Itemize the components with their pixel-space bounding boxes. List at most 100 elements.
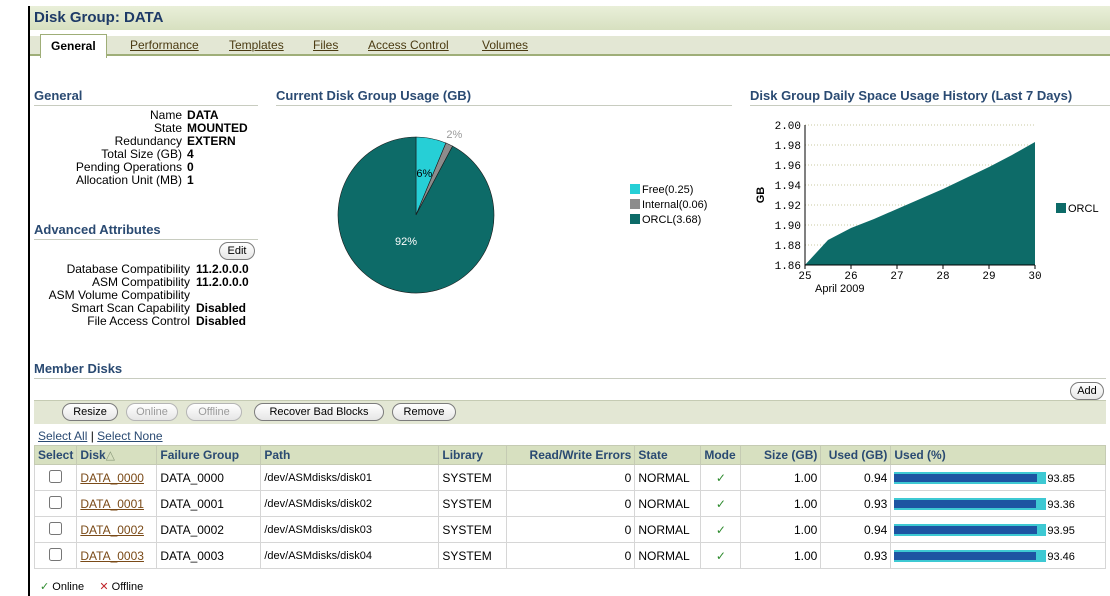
tab-files[interactable]: Files — [313, 38, 338, 52]
disk-name-link[interactable]: DATA_0000 — [80, 471, 144, 485]
used-pct-value: 93.85 — [1047, 472, 1075, 485]
disk-name-link[interactable]: DATA_0002 — [80, 523, 144, 537]
general-property-label: Allocation Unit (MB) — [75, 173, 182, 187]
path-cell: /dev/ASMdisks/disk02 — [260, 490, 440, 517]
col-disk[interactable]: Disk△ — [76, 445, 158, 465]
online-check-icon: ✓ — [40, 581, 50, 593]
used-pct-value: 93.36 — [1047, 498, 1075, 511]
usage-bar — [894, 472, 1047, 485]
used-pct-cell: 93.95 — [890, 516, 1106, 543]
y-tick-label: 1.98 — [775, 141, 801, 153]
col-failure-group[interactable]: Failure Group — [156, 445, 262, 465]
select-cell — [33, 516, 78, 543]
state-cell: NORMAL — [634, 516, 702, 543]
y-tick-label: 1.86 — [775, 261, 801, 273]
read-write-errors-cell: 0 — [506, 464, 636, 491]
library-cell: SYSTEM — [438, 542, 508, 569]
add-disk-button[interactable]: Add — [1070, 382, 1104, 400]
advanced-property-label: Database Compatibility — [66, 262, 190, 276]
path-cell: /dev/ASMdisks/disk04 — [260, 542, 440, 569]
mode-cell: ✓ — [700, 490, 742, 517]
advanced-attributes-heading: Advanced Attributes — [34, 222, 258, 240]
disk-name-link[interactable]: DATA_0001 — [80, 497, 144, 511]
usage-pie-chart: 6% 2% 92% — [337, 129, 495, 294]
online-check-icon: ✓ — [715, 496, 726, 511]
advanced-property-label: ASM Volume Compatibility — [48, 288, 190, 302]
online-check-icon: ✓ — [715, 470, 726, 485]
pie-slice-orcl-label: 92% — [395, 236, 417, 248]
used-pct-cell: 93.46 — [890, 542, 1106, 569]
remove-button[interactable]: Remove — [392, 403, 456, 421]
failure-group-cell: DATA_0003 — [156, 542, 262, 569]
usage-bar-fill — [894, 500, 1037, 509]
general-property-label: Total Size (GB) — [101, 147, 182, 161]
table-row: DATA_0003 DATA_0003/dev/ASMdisks/disk04 SY… — [33, 542, 1106, 569]
x-tick-label: 25 — [798, 271, 811, 283]
link-divider: | — [90, 429, 94, 443]
failure-group-cell: DATA_0000 — [156, 464, 262, 491]
size-cell: 1.00 — [740, 516, 822, 543]
tab-volumes[interactable]: Volumes — [482, 38, 528, 52]
member-disks-heading: Member Disks — [34, 361, 1106, 379]
tab-access-control[interactable]: Access Control — [368, 38, 449, 52]
history-chart-title: Disk Group Daily Space Usage History (La… — [750, 88, 1110, 106]
read-write-errors-cell: 0 — [506, 516, 636, 543]
online-check-icon: ✓ — [715, 522, 726, 537]
col-read-write-errors[interactable]: Read/Write Errors — [506, 445, 636, 465]
col-size[interactable]: Size (GB) — [740, 445, 822, 465]
x-axis-label: April 2009 — [815, 283, 865, 295]
table-row: DATA_0002 DATA_0002/dev/ASMdisks/disk03 SY… — [33, 516, 1106, 543]
row-select-checkbox[interactable] — [49, 521, 63, 535]
used-pct-value: 93.46 — [1047, 550, 1075, 563]
col-state[interactable]: State — [634, 445, 702, 465]
legend-internal: Internal(0.06) — [630, 199, 707, 211]
y-tick-label: 2.00 — [775, 121, 801, 133]
tab-bar: General Performance Templates Files Acce… — [30, 34, 1110, 58]
advanced-property-value: Disabled — [196, 301, 247, 315]
select-all-link[interactable]: Select All — [38, 429, 87, 443]
table-row: DATA_0000 DATA_0000/dev/ASMdisks/disk01 SY… — [33, 464, 1106, 491]
pie-slice-orcl — [337, 136, 495, 294]
recover-bad-blocks-button[interactable]: Recover Bad Blocks — [254, 403, 384, 421]
offline-button[interactable]: Offline — [186, 403, 242, 421]
mode-cell: ✓ — [700, 542, 742, 569]
select-none-link[interactable]: Select None — [97, 429, 162, 443]
y-tick-label: 1.92 — [775, 201, 801, 213]
col-used-pct[interactable]: Used (%) — [890, 445, 1106, 465]
edit-button[interactable]: Edit — [219, 242, 255, 260]
failure-group-cell: DATA_0001 — [156, 490, 262, 517]
resize-button[interactable]: Resize — [62, 403, 118, 421]
tab-performance[interactable]: Performance — [130, 38, 199, 52]
row-select-checkbox[interactable] — [49, 469, 63, 483]
col-mode[interactable]: Mode — [700, 445, 742, 465]
state-cell: NORMAL — [634, 490, 702, 517]
tab-general[interactable]: General — [40, 34, 107, 58]
advanced-property-label: File Access Control — [87, 314, 190, 328]
y-tick-label: 1.96 — [775, 161, 801, 173]
online-legend-label: Online — [52, 581, 85, 593]
state-cell: NORMAL — [634, 464, 702, 491]
row-select-checkbox[interactable] — [49, 547, 63, 561]
pie-slice-free-label: 6% — [416, 168, 432, 180]
path-cell: /dev/ASMdisks/disk01 — [260, 464, 440, 491]
y-tick-label: 1.90 — [775, 221, 801, 233]
page-title: Disk Group: DATA — [30, 6, 1110, 30]
size-cell: 1.00 — [740, 490, 822, 517]
online-button[interactable]: Online — [126, 403, 178, 421]
read-write-errors-cell: 0 — [506, 490, 636, 517]
y-tick-label: 1.94 — [775, 181, 802, 193]
disk-cell: DATA_0002 — [76, 516, 158, 543]
advanced-property-value: 11.2.0.0.0 — [196, 275, 249, 289]
read-write-errors-cell: 0 — [506, 542, 636, 569]
used-pct-cell: 93.36 — [890, 490, 1106, 517]
col-path[interactable]: Path — [260, 445, 440, 465]
col-library[interactable]: Library — [438, 445, 508, 465]
table-header-row: Select Disk△ Failure Group Path Library … — [33, 445, 1106, 465]
general-property-label: Name — [149, 108, 182, 122]
used-gb-cell: 0.93 — [820, 542, 892, 569]
pie-chart-title: Current Disk Group Usage (GB) — [276, 88, 732, 106]
disk-name-link[interactable]: DATA_0003 — [80, 549, 144, 563]
col-used-gb[interactable]: Used (GB) — [820, 445, 892, 465]
tab-templates[interactable]: Templates — [229, 38, 284, 52]
row-select-checkbox[interactable] — [49, 495, 63, 509]
